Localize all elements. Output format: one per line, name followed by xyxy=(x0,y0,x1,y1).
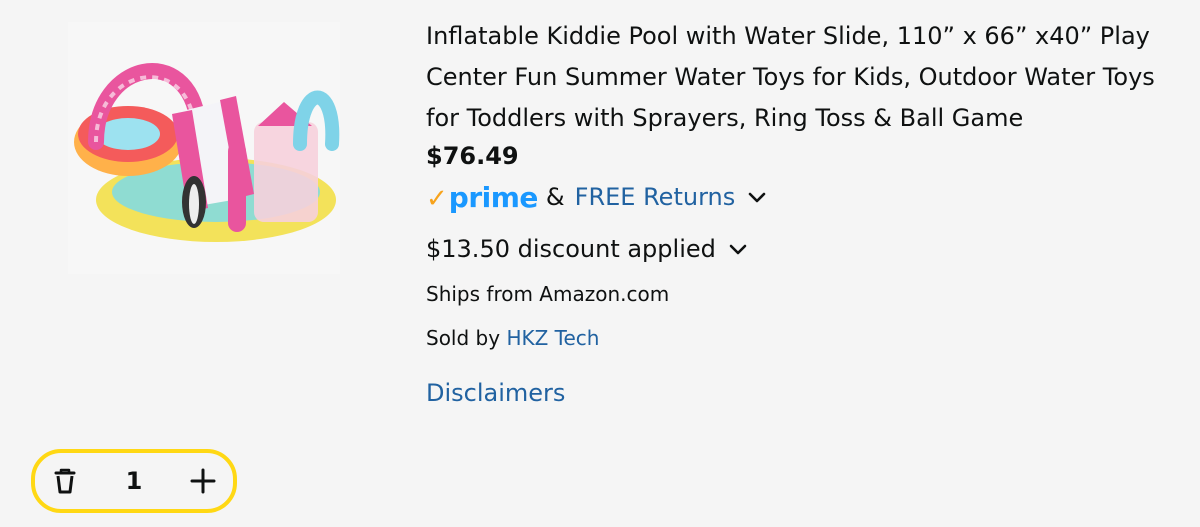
disclaimers-link[interactable]: Disclaimers xyxy=(426,379,565,407)
delete-button[interactable] xyxy=(35,453,95,509)
quantity-value: 1 xyxy=(125,467,143,495)
chevron-down-icon[interactable] xyxy=(728,239,748,259)
plus-icon xyxy=(190,468,216,494)
prime-row: ✓ prime & FREE Returns xyxy=(426,179,1186,215)
trash-icon xyxy=(54,468,76,494)
inflatable-pool-image xyxy=(74,63,340,242)
ships-from: Ships from Amazon.com xyxy=(426,282,670,306)
prime-check-icon: ✓ xyxy=(426,184,448,214)
free-returns-link[interactable]: FREE Returns xyxy=(575,183,736,211)
add-button[interactable] xyxy=(173,453,233,509)
discount-text[interactable]: $13.50 discount applied xyxy=(426,235,716,263)
prime-ampersand: & xyxy=(545,183,565,211)
prime-logo: ✓ prime xyxy=(426,181,539,214)
product-price: $76.49 xyxy=(426,142,519,170)
quantity-stepper: 1 xyxy=(31,449,237,513)
product-title[interactable]: Inflatable Kiddie Pool with Water Slide,… xyxy=(426,16,1186,139)
product-image[interactable] xyxy=(68,22,340,274)
sold-by: Sold by HKZ Tech xyxy=(426,323,1186,353)
chevron-down-icon[interactable] xyxy=(747,187,767,207)
discount-row: $13.50 discount applied xyxy=(426,231,1186,267)
product-details: Inflatable Kiddie Pool with Water Slide,… xyxy=(426,16,1186,407)
seller-link[interactable]: HKZ Tech xyxy=(506,326,599,350)
prime-word: prime xyxy=(448,181,539,214)
sold-by-label: Sold by xyxy=(426,326,501,350)
